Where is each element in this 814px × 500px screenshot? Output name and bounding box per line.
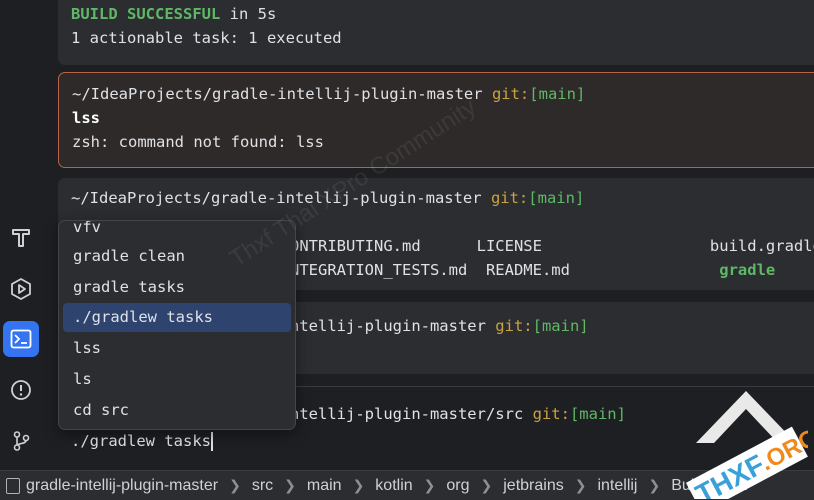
- prompt-path: ntellij-plugin-master/src: [290, 405, 524, 423]
- breadcrumb-item[interactable]: jetbrains: [503, 477, 563, 495]
- prompt-path: ~/IdeaProjects/gradle-intellij-plugin-ma…: [71, 189, 482, 207]
- prompt-line: ~/IdeaProjects/gradle-intellij-plugin-ma…: [72, 83, 585, 105]
- ls-output-row: NTEGRATION_TESTS.md README.md gradle: [290, 259, 775, 281]
- prompt-path: ntellij-plugin-master: [290, 317, 486, 335]
- chevron-right-icon: ❯: [352, 477, 365, 493]
- completion-item[interactable]: cd src: [63, 396, 291, 425]
- build-status-line: BUILD SUCCESSFUL in 5s: [71, 3, 276, 25]
- ls-output-dir: gradle: [719, 261, 776, 279]
- git-label: git:: [481, 189, 529, 207]
- breadcrumb-item[interactable]: main: [307, 477, 342, 495]
- run-services-icon[interactable]: [3, 271, 39, 307]
- git-branch: [main]: [528, 189, 585, 207]
- chevron-right-icon: ❯: [423, 477, 436, 493]
- chevron-right-icon: ❯: [284, 477, 296, 493]
- git-branch-icon[interactable]: [3, 423, 39, 459]
- breadcrumb-item[interactable]: intellij: [597, 477, 637, 495]
- problems-icon[interactable]: [3, 372, 39, 408]
- git-branch: [main]: [569, 405, 626, 423]
- active-prompt-line: ntellij-plugin-master/src git:[main]: [290, 403, 626, 425]
- folder-icon: [6, 477, 20, 494]
- ls-output-text: NTEGRATION_TESTS.md README.md: [290, 261, 720, 279]
- ls-output-row: ONTRIBUTING.md LICENSE build.gradle: [290, 237, 814, 255]
- completion-item[interactable]: gradle tasks: [63, 273, 291, 302]
- git-branch: [main]: [532, 317, 589, 335]
- build-hammer-icon[interactable]: [3, 220, 39, 256]
- text-cursor: [210, 432, 213, 451]
- command-input[interactable]: ./gradlew tasks: [71, 430, 213, 452]
- build-duration-text: in 5s: [220, 5, 277, 23]
- breadcrumb-item[interactable]: gradle-intellij-plugin-master: [26, 477, 218, 495]
- completion-item[interactable]: lss: [63, 334, 291, 363]
- build-summary-line: 1 actionable task: 1 executed: [71, 29, 342, 47]
- thxf-logo: THXF .ORG: [685, 391, 808, 499]
- command-input-text: ./gradlew tasks: [71, 432, 211, 450]
- chevron-right-icon: ❯: [229, 477, 241, 493]
- git-branch: [main]: [529, 85, 586, 103]
- command-block-build: BUILD SUCCESSFUL in 5s 1 actionable task…: [58, 0, 814, 65]
- breadcrumb-item[interactable]: org: [446, 477, 469, 495]
- chevron-right-icon: ❯: [480, 477, 493, 493]
- prompt-path: ~/IdeaProjects/gradle-intellij-plugin-ma…: [72, 85, 483, 103]
- terminal-icon[interactable]: [3, 321, 39, 357]
- completion-item-selected[interactable]: ./gradlew tasks: [63, 303, 291, 332]
- command-output: zsh: command not found: lss: [72, 133, 324, 151]
- breadcrumb-item[interactable]: kotlin: [375, 477, 412, 495]
- git-label: git:: [482, 85, 530, 103]
- git-label: git:: [523, 405, 570, 423]
- breadcrumb-item[interactable]: src: [252, 477, 273, 495]
- chevron-right-icon: ❯: [574, 477, 587, 493]
- prompt-line: ntellij-plugin-master git:[main]: [290, 315, 589, 337]
- build-success-text: BUILD SUCCESSFUL: [71, 5, 221, 23]
- command-text: lss: [72, 109, 100, 127]
- tool-window-sidebar: [0, 0, 42, 470]
- git-label: git:: [485, 317, 533, 335]
- chevron-right-icon: ❯: [648, 477, 661, 493]
- completion-item[interactable]: ls: [63, 365, 291, 394]
